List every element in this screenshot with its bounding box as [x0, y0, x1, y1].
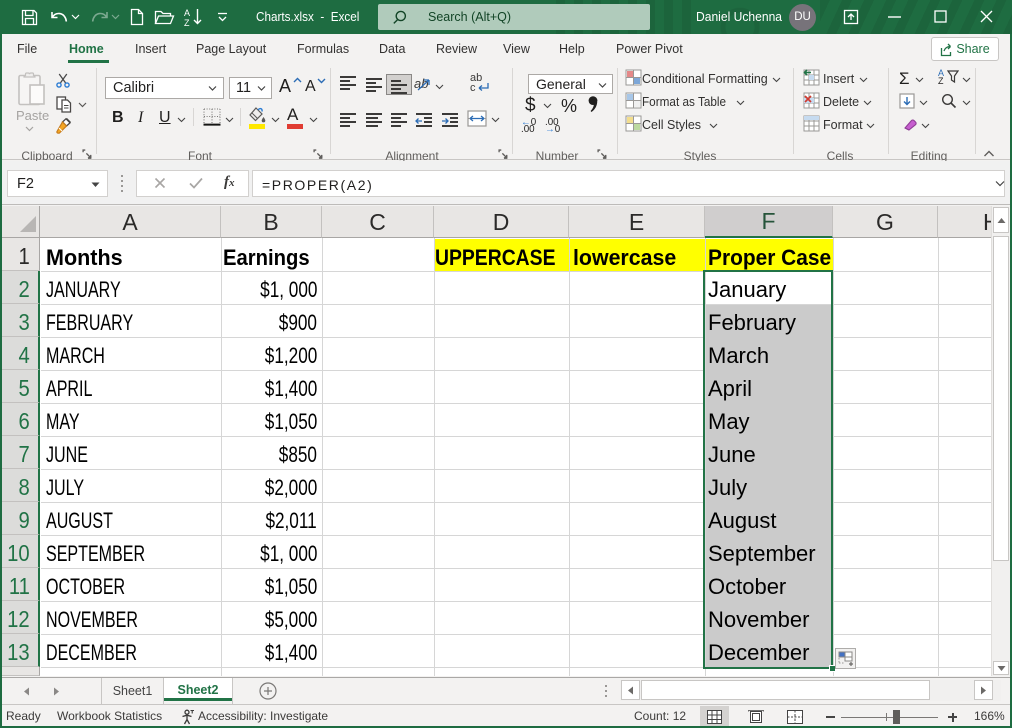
- svg-text:Z: Z: [184, 18, 190, 27]
- svg-text:A: A: [184, 8, 190, 18]
